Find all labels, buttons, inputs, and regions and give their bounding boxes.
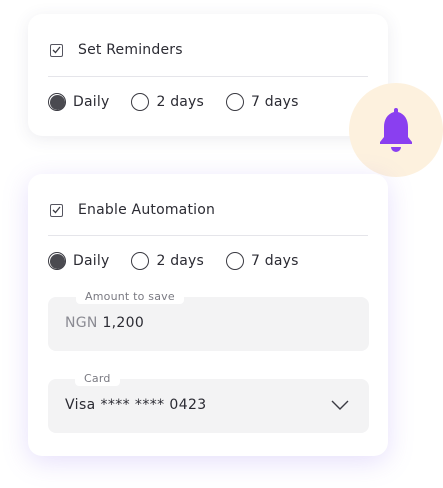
radio-unselected[interactable] xyxy=(131,93,150,111)
reminder-option-daily[interactable]: Daily xyxy=(48,93,109,111)
reminders-card: Set Reminders Daily 2 days 7 days xyxy=(28,14,388,136)
card-value: Visa **** **** 0423 xyxy=(65,397,207,413)
enable-automation-label: Enable Automation xyxy=(78,202,216,218)
automation-option-daily[interactable]: Daily xyxy=(48,252,109,270)
amount-number: 1,200 xyxy=(102,315,145,331)
set-reminders-checkbox[interactable] xyxy=(50,43,63,57)
chevron-down-icon[interactable] xyxy=(331,399,349,411)
divider xyxy=(48,76,368,77)
currency-code: NGN xyxy=(65,315,98,331)
radio-label: 2 days xyxy=(156,253,205,269)
radio-unselected[interactable] xyxy=(131,252,150,270)
reminder-frequency-group: Daily 2 days 7 days xyxy=(48,93,321,111)
amount-field-label: Amount to save xyxy=(76,290,184,304)
amount-to-save-field[interactable]: Amount to save NGN 1,200 xyxy=(48,290,369,351)
radio-selected[interactable] xyxy=(48,93,66,111)
set-reminders-label: Set Reminders xyxy=(78,42,183,58)
radio-label: Daily xyxy=(73,253,110,269)
enable-automation-checkbox[interactable] xyxy=(50,203,63,217)
radio-unselected[interactable] xyxy=(226,252,245,270)
set-reminders-checkbox-row[interactable]: Set Reminders xyxy=(50,42,183,58)
automation-option-7-days[interactable]: 7 days xyxy=(226,252,299,270)
radio-label: 2 days xyxy=(156,94,205,110)
bell-badge xyxy=(349,83,443,177)
card-select[interactable]: Card Visa **** **** 0423 xyxy=(48,372,369,433)
radio-label: 7 days xyxy=(251,94,299,110)
card-field-label: Card xyxy=(75,372,120,386)
amount-value[interactable]: NGN 1,200 xyxy=(65,315,144,331)
bell-icon xyxy=(380,108,412,152)
radio-unselected[interactable] xyxy=(226,93,245,111)
automation-card: Enable Automation Daily 2 days 7 days Am… xyxy=(28,174,388,456)
reminder-option-2-days[interactable]: 2 days xyxy=(131,93,204,111)
automation-frequency-group: Daily 2 days 7 days xyxy=(48,252,321,270)
checkmark-icon xyxy=(52,206,61,214)
divider xyxy=(48,235,368,236)
automation-option-2-days[interactable]: 2 days xyxy=(131,252,204,270)
radio-label: 7 days xyxy=(251,253,299,269)
radio-label: Daily xyxy=(73,94,110,110)
checkmark-icon xyxy=(52,46,61,54)
reminder-option-7-days[interactable]: 7 days xyxy=(226,93,299,111)
radio-selected[interactable] xyxy=(48,252,66,270)
enable-automation-checkbox-row[interactable]: Enable Automation xyxy=(50,202,215,218)
